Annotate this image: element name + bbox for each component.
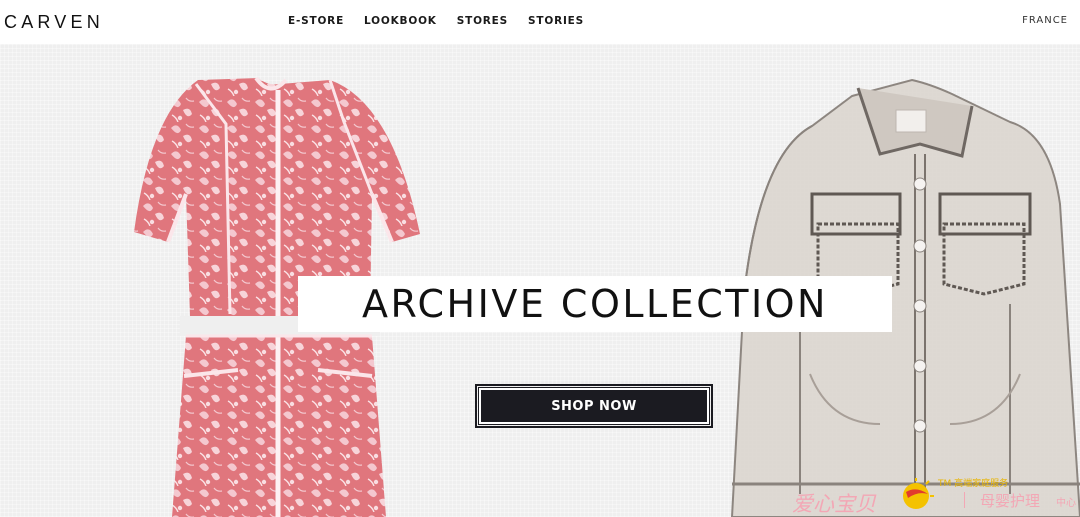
nav-lookbook[interactable]: LOOKBOOK bbox=[364, 15, 437, 27]
main-nav: E-STORE LOOKBOOK STORES STORIES bbox=[288, 15, 584, 27]
headline-banner: ARCHIVE COLLECTION bbox=[298, 276, 892, 332]
hero-banner: ARCHIVE COLLECTION SHOP NOW 爱心宝贝 TM 高端家庭… bbox=[0, 44, 1080, 517]
carven-logo[interactable]: CARVEN bbox=[4, 12, 104, 33]
site-header: CARVEN E-STORE LOOKBOOK STORES STORIES F… bbox=[0, 0, 1080, 44]
watermark: 爱心宝贝 TM 高端家庭服务 母婴护理 中心 bbox=[788, 476, 1078, 516]
watermark-sub-small: 中心 bbox=[1056, 498, 1076, 509]
watermark-tm: TM 高端家庭服务 bbox=[938, 479, 1009, 489]
shop-now-button[interactable]: SHOP NOW bbox=[475, 384, 713, 428]
region-selector[interactable]: FRANCE bbox=[1022, 15, 1068, 26]
nav-e-store[interactable]: E-STORE bbox=[288, 15, 344, 27]
sun-logo-icon bbox=[903, 478, 934, 509]
nav-stores[interactable]: STORES bbox=[457, 15, 508, 27]
nav-stories[interactable]: STORIES bbox=[528, 15, 584, 27]
watermark-brand: 爱心宝贝 bbox=[792, 492, 876, 516]
watermark-sub: 母婴护理 bbox=[980, 492, 1041, 510]
headline-text: ARCHIVE COLLECTION bbox=[362, 282, 828, 326]
